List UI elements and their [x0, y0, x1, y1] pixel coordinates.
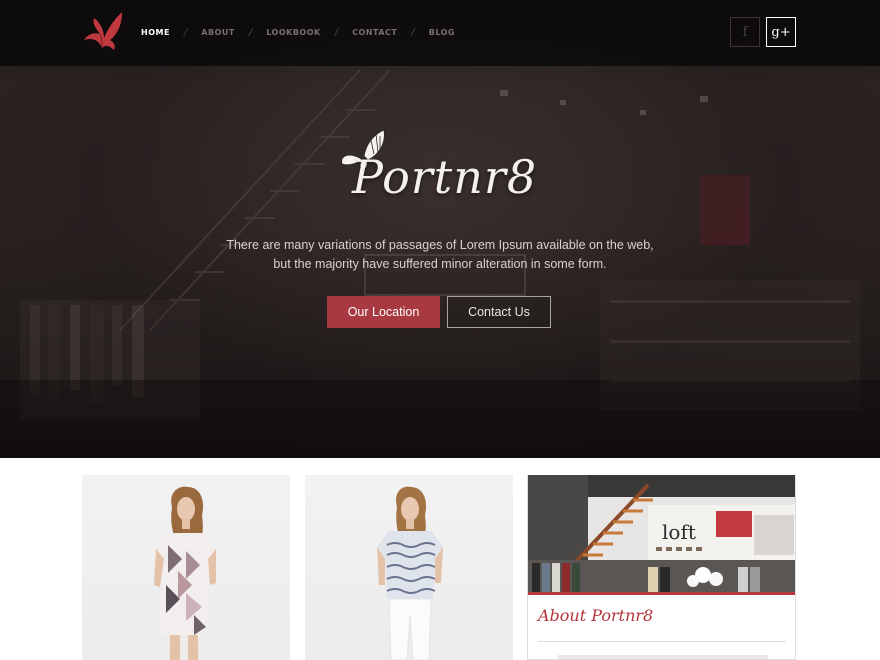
product-card-2[interactable]: [305, 475, 513, 660]
product-image-blue-top[interactable]: [305, 475, 513, 660]
nav-item-contact[interactable]: CONTACT: [352, 28, 397, 37]
google-plus-button[interactable]: g+: [766, 17, 796, 47]
contact-us-button[interactable]: Contact Us: [447, 296, 551, 328]
svg-text:loft: loft: [662, 520, 696, 544]
hero-background-image: [0, 69, 880, 458]
our-location-button[interactable]: Our Location: [327, 296, 440, 328]
facebook-button[interactable]: f: [730, 17, 760, 47]
main-navigation: HOME / ABOUT / LOOKBOOK / CONTACT / BLOG: [141, 27, 455, 38]
nav-item-lookbook[interactable]: LOOKBOOK: [266, 28, 321, 37]
google-plus-icon: g+: [771, 24, 791, 40]
hero-tagline-line2: but the majority have suffered minor alt…: [273, 257, 607, 271]
nav-separator: /: [183, 27, 188, 38]
nav-separator: /: [334, 27, 339, 38]
product-card-1[interactable]: [82, 475, 290, 660]
about-divider: [538, 641, 786, 642]
about-card: loft About Portnr8: [527, 475, 796, 660]
about-accent-bar: [528, 592, 795, 595]
top-navbar: HOME / ABOUT / LOOKBOOK / CONTACT / BLOG…: [0, 0, 880, 66]
about-text-placeholder: [558, 655, 768, 659]
nav-separator: /: [248, 27, 253, 38]
brand-title: Portnr8: [352, 150, 538, 204]
store-photo[interactable]: loft: [528, 475, 796, 592]
about-title: About Portnr8: [538, 606, 654, 625]
nav-item-blog[interactable]: BLOG: [429, 28, 455, 37]
nav-item-home[interactable]: HOME: [141, 28, 170, 37]
nav-item-about[interactable]: ABOUT: [201, 28, 235, 37]
product-image-patterned-dress[interactable]: [82, 475, 290, 660]
hero-tagline-line1: There are many variations of passages of…: [226, 238, 654, 252]
butterfly-logo-icon[interactable]: [80, 10, 126, 52]
nav-separator: /: [411, 27, 415, 38]
hero-section: HOME / ABOUT / LOOKBOOK / CONTACT / BLOG…: [0, 0, 880, 458]
facebook-icon: f: [742, 24, 748, 40]
